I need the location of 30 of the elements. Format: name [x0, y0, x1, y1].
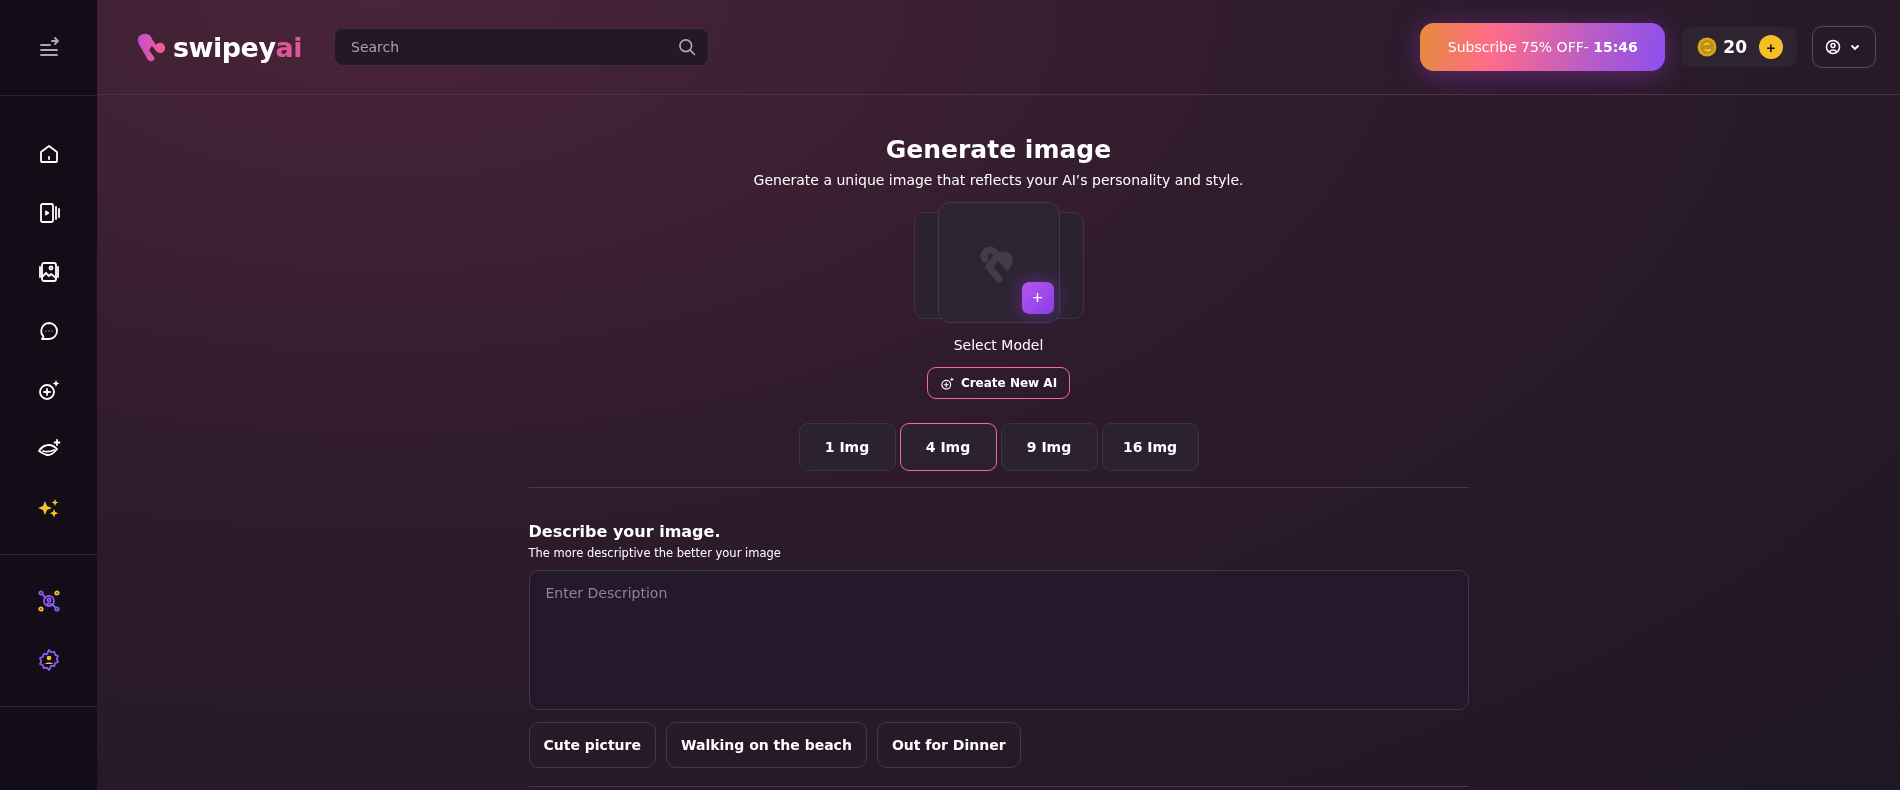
model-card[interactable]: +	[937, 202, 1060, 323]
suggestion-chip[interactable]: Cute picture	[528, 722, 656, 768]
image-count-tab[interactable]: 4 Img	[899, 423, 997, 471]
add-coins-button[interactable]: +	[1759, 35, 1783, 59]
logo-text[interactable]: swipeyai	[173, 31, 302, 63]
sparkle-plus-icon	[939, 375, 955, 391]
create-new-ai-button[interactable]: Create New AI	[926, 367, 1071, 399]
description-field[interactable]: Enter Description	[528, 570, 1469, 710]
page-title: Generate image	[885, 135, 1112, 164]
page-subtitle: Generate a unique image that reflects your AI’s personality and style.	[753, 172, 1244, 188]
image-count-tab[interactable]: 16 Img	[1101, 423, 1199, 471]
add-model-button[interactable]: +	[1021, 282, 1054, 314]
coin-icon	[1697, 37, 1718, 57]
user-network-icon[interactable]	[36, 589, 61, 613]
describe-heading: Describe your image.	[528, 522, 722, 541]
suggestion-chip[interactable]: Out for Dinner	[876, 722, 1021, 768]
coin-count: 20	[1723, 37, 1747, 57]
user-icon	[1825, 39, 1841, 55]
select-model-label: Select Model	[953, 337, 1044, 353]
suggestion-chip[interactable]: Walking on the beach	[666, 722, 867, 768]
gallery-icon[interactable]	[36, 260, 61, 284]
account-menu-button[interactable]	[1812, 26, 1876, 68]
settings-icon[interactable]	[36, 648, 61, 672]
subscribe-button[interactable]: Subscribe 75% OFF- 15:46	[1420, 23, 1666, 71]
search-field[interactable]: Search	[334, 28, 709, 66]
describe-hint: The more descriptive the better your image	[528, 546, 782, 560]
image-count-tab[interactable]: 1 Img	[798, 423, 896, 471]
sparkle-plus-icon[interactable]	[36, 378, 61, 402]
image-count-tab[interactable]: 9 Img	[1000, 423, 1098, 471]
search-icon[interactable]	[677, 37, 697, 57]
